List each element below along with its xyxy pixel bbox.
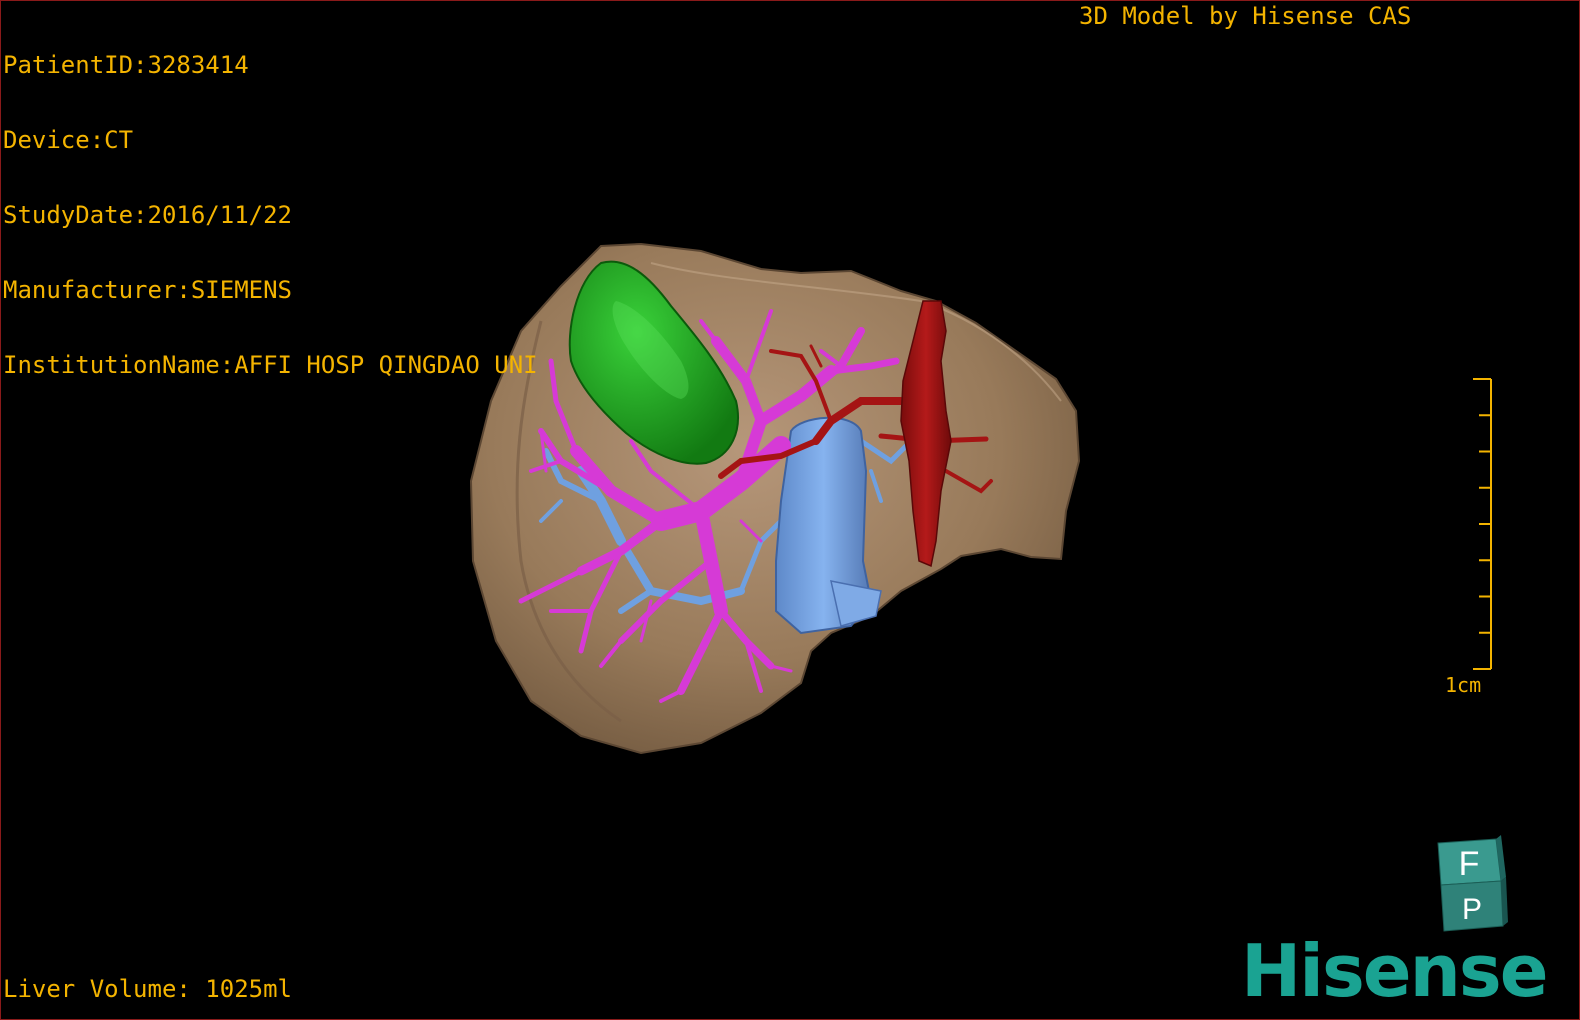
study-info-panel: PatientID:3283414 Device:CT StudyDate:20… [3,3,538,428]
hisense-logo: Hisense [1241,929,1549,1013]
orientation-cube-top-label: F [1459,845,1480,883]
scale-bar-label: 1cm [1445,673,1482,697]
scale-bar [1473,378,1492,670]
liver-surface [469,242,1081,755]
orientation-cube-front-label: P [1462,893,1482,926]
orientation-cube[interactable]: F P [1437,835,1508,932]
3d-viewer[interactable]: F P PatientID:3283414 Device:CT StudyDat… [0,0,1580,1020]
device-label: Device:CT [3,126,134,154]
liver-volume-label: Liver Volume: 1025ml [3,975,292,1003]
manufacturer-label: Manufacturer:SIEMENS [3,276,292,304]
study-date-label: StudyDate:2016/11/22 [3,201,292,229]
model-credit-label: 3D Model by Hisense CAS [1079,2,1412,30]
institution-label: InstitutionName:AFFI HOSP QINGDAO UNI [3,351,538,379]
patient-id-label: PatientID:3283414 [3,51,249,79]
